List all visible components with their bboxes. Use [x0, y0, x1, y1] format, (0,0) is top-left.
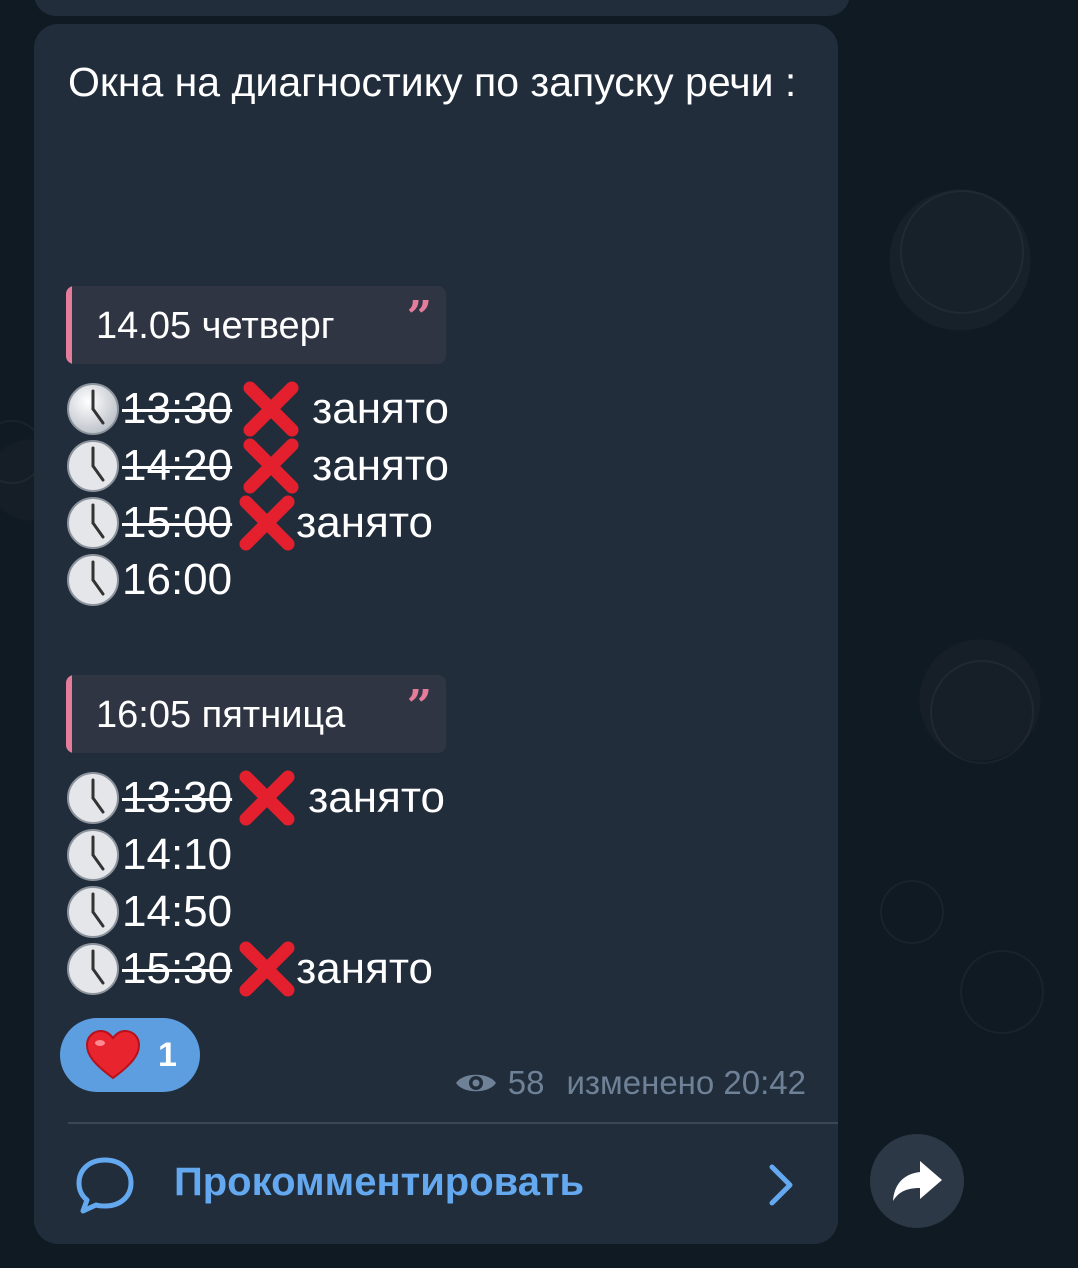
slot-time: 15:30	[122, 943, 233, 993]
day-quote-block: 16:05 пятница ”	[66, 675, 446, 753]
slot-status: занято	[312, 383, 450, 433]
comment-label: Прокомментировать	[174, 1160, 585, 1204]
post-meta: 58 изменено 20:42	[454, 1064, 806, 1102]
edited-timestamp: изменено 20:42	[566, 1064, 806, 1101]
time-slot: 13:30 занято	[66, 769, 445, 826]
day-label: 14.05 четверг	[96, 305, 335, 347]
post-title: Окна на диагностику по запуску речи :	[68, 59, 797, 105]
clock-icon	[67, 382, 119, 435]
time-slot: 16:00	[66, 551, 232, 608]
clock-icon	[67, 439, 119, 492]
time-slot: 13:30 занято	[66, 380, 449, 437]
slot-time: 14:10	[122, 829, 233, 879]
slot-time: 13:30	[122, 383, 233, 433]
cross-mark-icon	[239, 770, 295, 825]
time-slot: 14:50	[66, 883, 232, 940]
slot-status: занято	[308, 772, 446, 822]
chevron-right-icon	[769, 1164, 793, 1206]
cross-mark-icon	[239, 941, 295, 996]
channel-post-bubble[interactable]: Окна на диагностику по запуску речи : 14…	[34, 24, 838, 1244]
clock-icon	[67, 885, 119, 938]
slot-time: 14:20	[122, 440, 233, 490]
comment-bubble-icon	[76, 1157, 134, 1214]
time-slot: 14:10	[66, 826, 232, 883]
quote-accent-bar	[66, 286, 72, 364]
heart-reaction-chip[interactable]: 1	[60, 1018, 200, 1092]
cross-mark-icon	[243, 381, 299, 436]
slot-time: 15:00	[122, 497, 233, 547]
views-count: 58	[507, 1064, 545, 1101]
day-label: 16:05 пятница	[96, 694, 346, 736]
cross-mark-icon	[239, 495, 295, 550]
heart-icon	[85, 1029, 141, 1080]
time-slot: 15:00 занято	[66, 494, 433, 551]
clock-icon	[67, 942, 119, 995]
slot-time: 13:30	[122, 772, 233, 822]
slot-status: занято	[296, 497, 434, 547]
wallpaper-doodle	[960, 950, 1044, 1034]
slot-status: занято	[312, 440, 450, 490]
share-button[interactable]	[870, 1134, 964, 1228]
wallpaper-doodle	[880, 880, 944, 944]
time-slot: 14:20 занято	[66, 437, 449, 494]
clock-icon	[67, 496, 119, 549]
clock-icon	[67, 771, 119, 824]
slot-time: 16:00	[122, 554, 233, 604]
wallpaper-doodle	[900, 190, 1024, 314]
clock-icon	[67, 553, 119, 606]
previous-message-bubble	[34, 0, 850, 16]
share-arrow-icon	[893, 1161, 942, 1201]
comment-button[interactable]: Прокомментировать	[34, 1124, 838, 1244]
clock-icon	[67, 828, 119, 881]
reaction-count: 1	[158, 1035, 177, 1074]
quote-icon: ”	[406, 292, 432, 343]
slot-status: занято	[296, 943, 434, 993]
time-slot: 15:30 занято	[66, 940, 433, 997]
cross-mark-icon	[243, 438, 299, 493]
day-quote-block: 14.05 четверг ”	[66, 286, 446, 364]
slot-time: 14:50	[122, 886, 233, 936]
quote-icon: ”	[406, 681, 432, 732]
wallpaper-doodle	[930, 660, 1034, 764]
eye-icon	[455, 1074, 496, 1092]
quote-accent-bar	[66, 675, 72, 753]
